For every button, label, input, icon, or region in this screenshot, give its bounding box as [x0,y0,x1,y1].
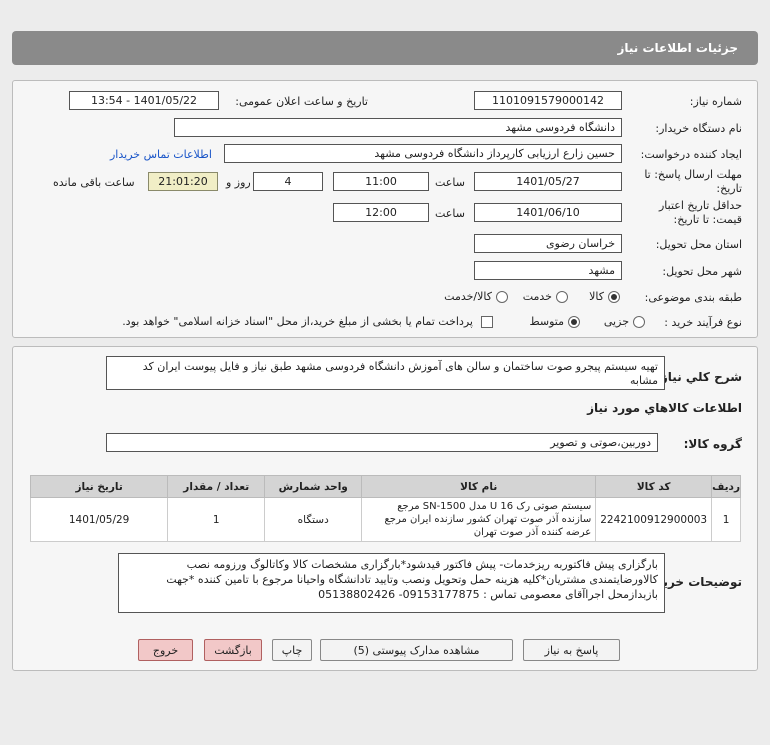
remaining-days-field: 4 [253,172,323,191]
process-option-minor[interactable]: جزیی [604,315,645,328]
back-button[interactable]: بازگشت [204,639,262,661]
city-field: مشهد [474,261,622,280]
deadline-date-field: 1401/05/27 [474,172,622,191]
deadline-label-line2: تاریخ: [716,182,742,195]
cell-name: سیستم صوتی رک 16 U مدل SN-1500 مرجع سازن… [361,497,597,542]
col-date: تاریخ نیاز [29,475,169,498]
radio-icon[interactable] [496,290,508,303]
days-label: روز و [226,176,251,189]
exit-button[interactable]: خروج [138,639,193,661]
cell-qty: 1 [167,497,266,542]
table-row: 1 2242100912900003 سیستم صوتی رک 16 U مد… [29,497,741,542]
table-header-row: ردیف کد کالا نام کالا واحد شمارش تعداد /… [29,475,741,498]
print-button[interactable]: چاپ [272,639,312,661]
category-option-goods-service[interactable]: کالا/خدمت [444,290,508,303]
page-title: جزئیات اطلاعات نیاز [617,41,738,55]
validity-date-field: 1401/06/10 [474,203,622,222]
deadline-time-label: ساعت [435,176,465,189]
city-label: شهر محل تحویل: [662,265,742,278]
province-field: خراسان رضوی [474,234,622,253]
creator-label: ایجاد کننده درخواست: [640,148,742,161]
cell-code: 2242100912900003 [595,497,713,542]
deadline-label-line1: مهلت ارسال پاسخ: تا [644,168,742,181]
announce-datetime-field: 1401/05/22 - 13:54 [69,91,219,110]
buyer-org-label: نام دستگاه خریدار: [655,122,742,135]
radio-icon[interactable] [556,290,568,303]
remaining-time-label: ساعت باقی مانده [53,176,135,189]
col-row: ردیف [711,475,741,498]
radio-icon[interactable] [633,315,645,328]
category-label: طبقه بندی موضوعی: [644,291,742,304]
goods-group-field: دوربین،صوتی و تصویر [106,433,658,452]
cell-row: 1 [711,497,741,542]
page-header: جزئیات اطلاعات نیاز [12,31,758,65]
view-documents-button[interactable]: مشاهده مدارک پیوستی (5) [320,639,513,661]
goods-section-title: اطلاعات کالاهاي مورد نياز [587,401,742,415]
radio-selected-icon[interactable] [608,290,620,303]
checkbox-icon[interactable] [481,315,493,328]
col-code: کد کالا [595,475,713,498]
col-qty: تعداد / مقدار [167,475,266,498]
reply-button[interactable]: پاسخ به نیاز [523,639,620,661]
cell-unit: دستگاه [264,497,363,542]
remaining-time-field: 21:01:20 [148,172,218,191]
buyer-contact-link[interactable]: اطلاعات تماس خریدار [110,148,212,161]
creator-field: حسین زارع ارزیابی کارپرداز دانشگاه فردوس… [224,144,622,163]
announce-label: تاریخ و ساعت اعلان عمومی: [235,95,368,108]
category-option-goods[interactable]: کالا [589,290,620,303]
radio-selected-icon[interactable] [568,315,580,328]
validity-time-label: ساعت [435,207,465,220]
summary-label: شرح کلي نياز: [656,370,742,384]
treasury-checkbox-row[interactable]: پرداخت تمام یا بخشی از مبلغ خرید،از محل … [122,315,493,328]
validity-time-field: 12:00 [333,203,429,222]
validity-label-line1: حداقل تاریخ اعتبار [658,199,742,212]
col-unit: واحد شمارش [264,475,363,498]
need-number-label: شماره نیاز: [689,95,742,108]
goods-table: ردیف کد کالا نام کالا واحد شمارش تعداد /… [29,475,741,542]
validity-label-line2: قیمت: تا تاریخ: [673,213,742,226]
buyer-org-field: دانشگاه فردوسی مشهد [174,118,622,137]
buyer-notes-text: بارگزاری پیش فاکتوربه ریزخدمات- پیش فاکت… [118,553,665,613]
summary-text: تهیه سیستم پیجرو صوت ساختمان و سالن های … [106,356,665,390]
deadline-time-field: 11:00 [333,172,429,191]
province-label: استان محل تحویل: [655,238,742,251]
process-label: نوع فرآیند خرید : [664,316,742,329]
category-option-service[interactable]: خدمت [523,290,568,303]
process-option-medium[interactable]: متوسط [529,315,580,328]
goods-group-label: گروه کالا: [683,437,742,451]
col-name: نام کالا [361,475,597,498]
need-number-field: 1101091579000142 [474,91,622,110]
cell-date: 1401/05/29 [29,497,169,542]
